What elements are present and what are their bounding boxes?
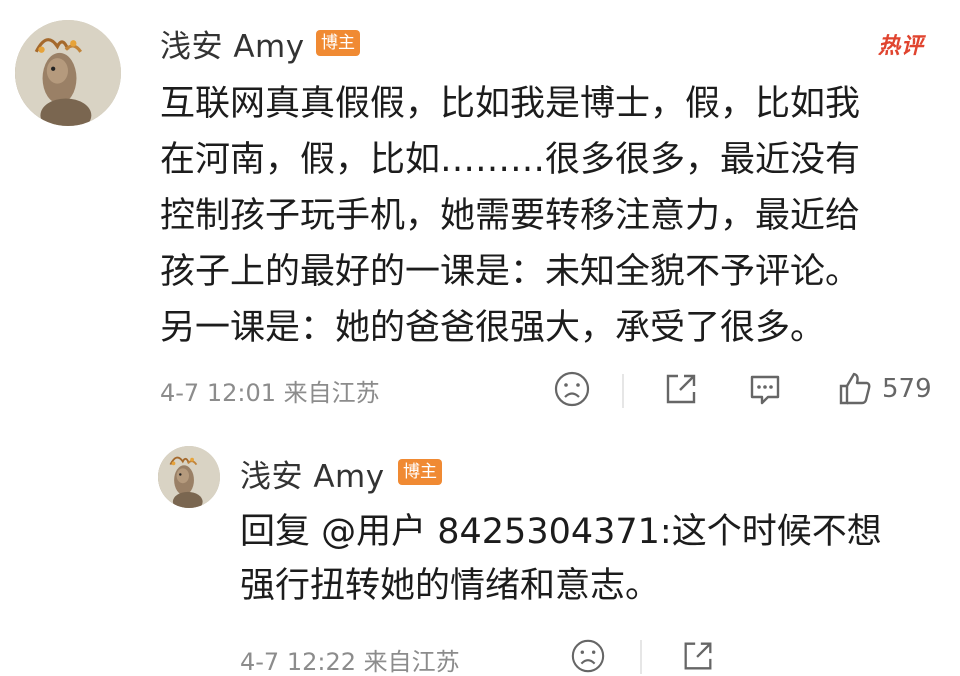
blogger-badge: 博主 <box>316 30 360 56</box>
user-avatar[interactable] <box>158 446 220 508</box>
dislike-button[interactable] <box>570 638 606 674</box>
share-icon <box>684 642 712 670</box>
user-avatar[interactable] <box>15 20 121 126</box>
divider <box>640 640 642 674</box>
comment-body: 互联网真真假假，比如我是博士，假，比如我 在河南，假，比如………很多很多，最近没… <box>160 76 950 356</box>
comment-line: 孩子上的最好的一课是：未知全貌不予评论。 <box>160 252 861 292</box>
reply-line: 强行扭转她的情绪和意志。 <box>240 566 661 606</box>
username[interactable]: 浅安 Amy <box>240 451 385 496</box>
comment-line: 互联网真真假假，比如我是博士，假，比如我 <box>160 84 861 124</box>
blogger-badge: 博主 <box>398 459 442 485</box>
divider <box>622 374 624 408</box>
comment-icon <box>750 375 780 405</box>
hot-comment-label: 热评 <box>878 34 925 59</box>
reply-meta: 4-7 12:22 来自江苏 <box>240 648 460 676</box>
sad-face-icon <box>554 371 590 407</box>
like-button[interactable]: 579 <box>836 370 932 408</box>
dislike-button[interactable] <box>553 370 591 408</box>
comment-meta: 4-7 12:01 来自江苏 <box>160 379 380 407</box>
comment-button[interactable] <box>746 370 784 408</box>
username[interactable]: 浅安 Amy <box>160 21 305 66</box>
reply-body: 回复 @用户 8425304371:这个时候不想 强行扭转她的情绪和意志。 <box>240 505 940 613</box>
like-icon <box>839 372 871 405</box>
comment-line: 在河南，假，比如………很多很多，最近没有 <box>160 140 861 180</box>
sad-face-icon <box>571 639 605 673</box>
share-button[interactable] <box>680 638 716 674</box>
deer-avatar-icon <box>158 446 220 508</box>
like-count: 579 <box>882 374 932 404</box>
comment-line: 另一课是：她的爸爸很强大，承受了很多。 <box>160 308 826 348</box>
deer-avatar-icon <box>15 20 121 126</box>
reply-line: 回复 @用户 8425304371:这个时候不想 <box>240 512 882 552</box>
share-icon <box>666 374 696 404</box>
share-button[interactable] <box>662 370 700 408</box>
comment-line: 控制孩子玩手机，她需要转移注意力，最近给 <box>160 196 861 236</box>
